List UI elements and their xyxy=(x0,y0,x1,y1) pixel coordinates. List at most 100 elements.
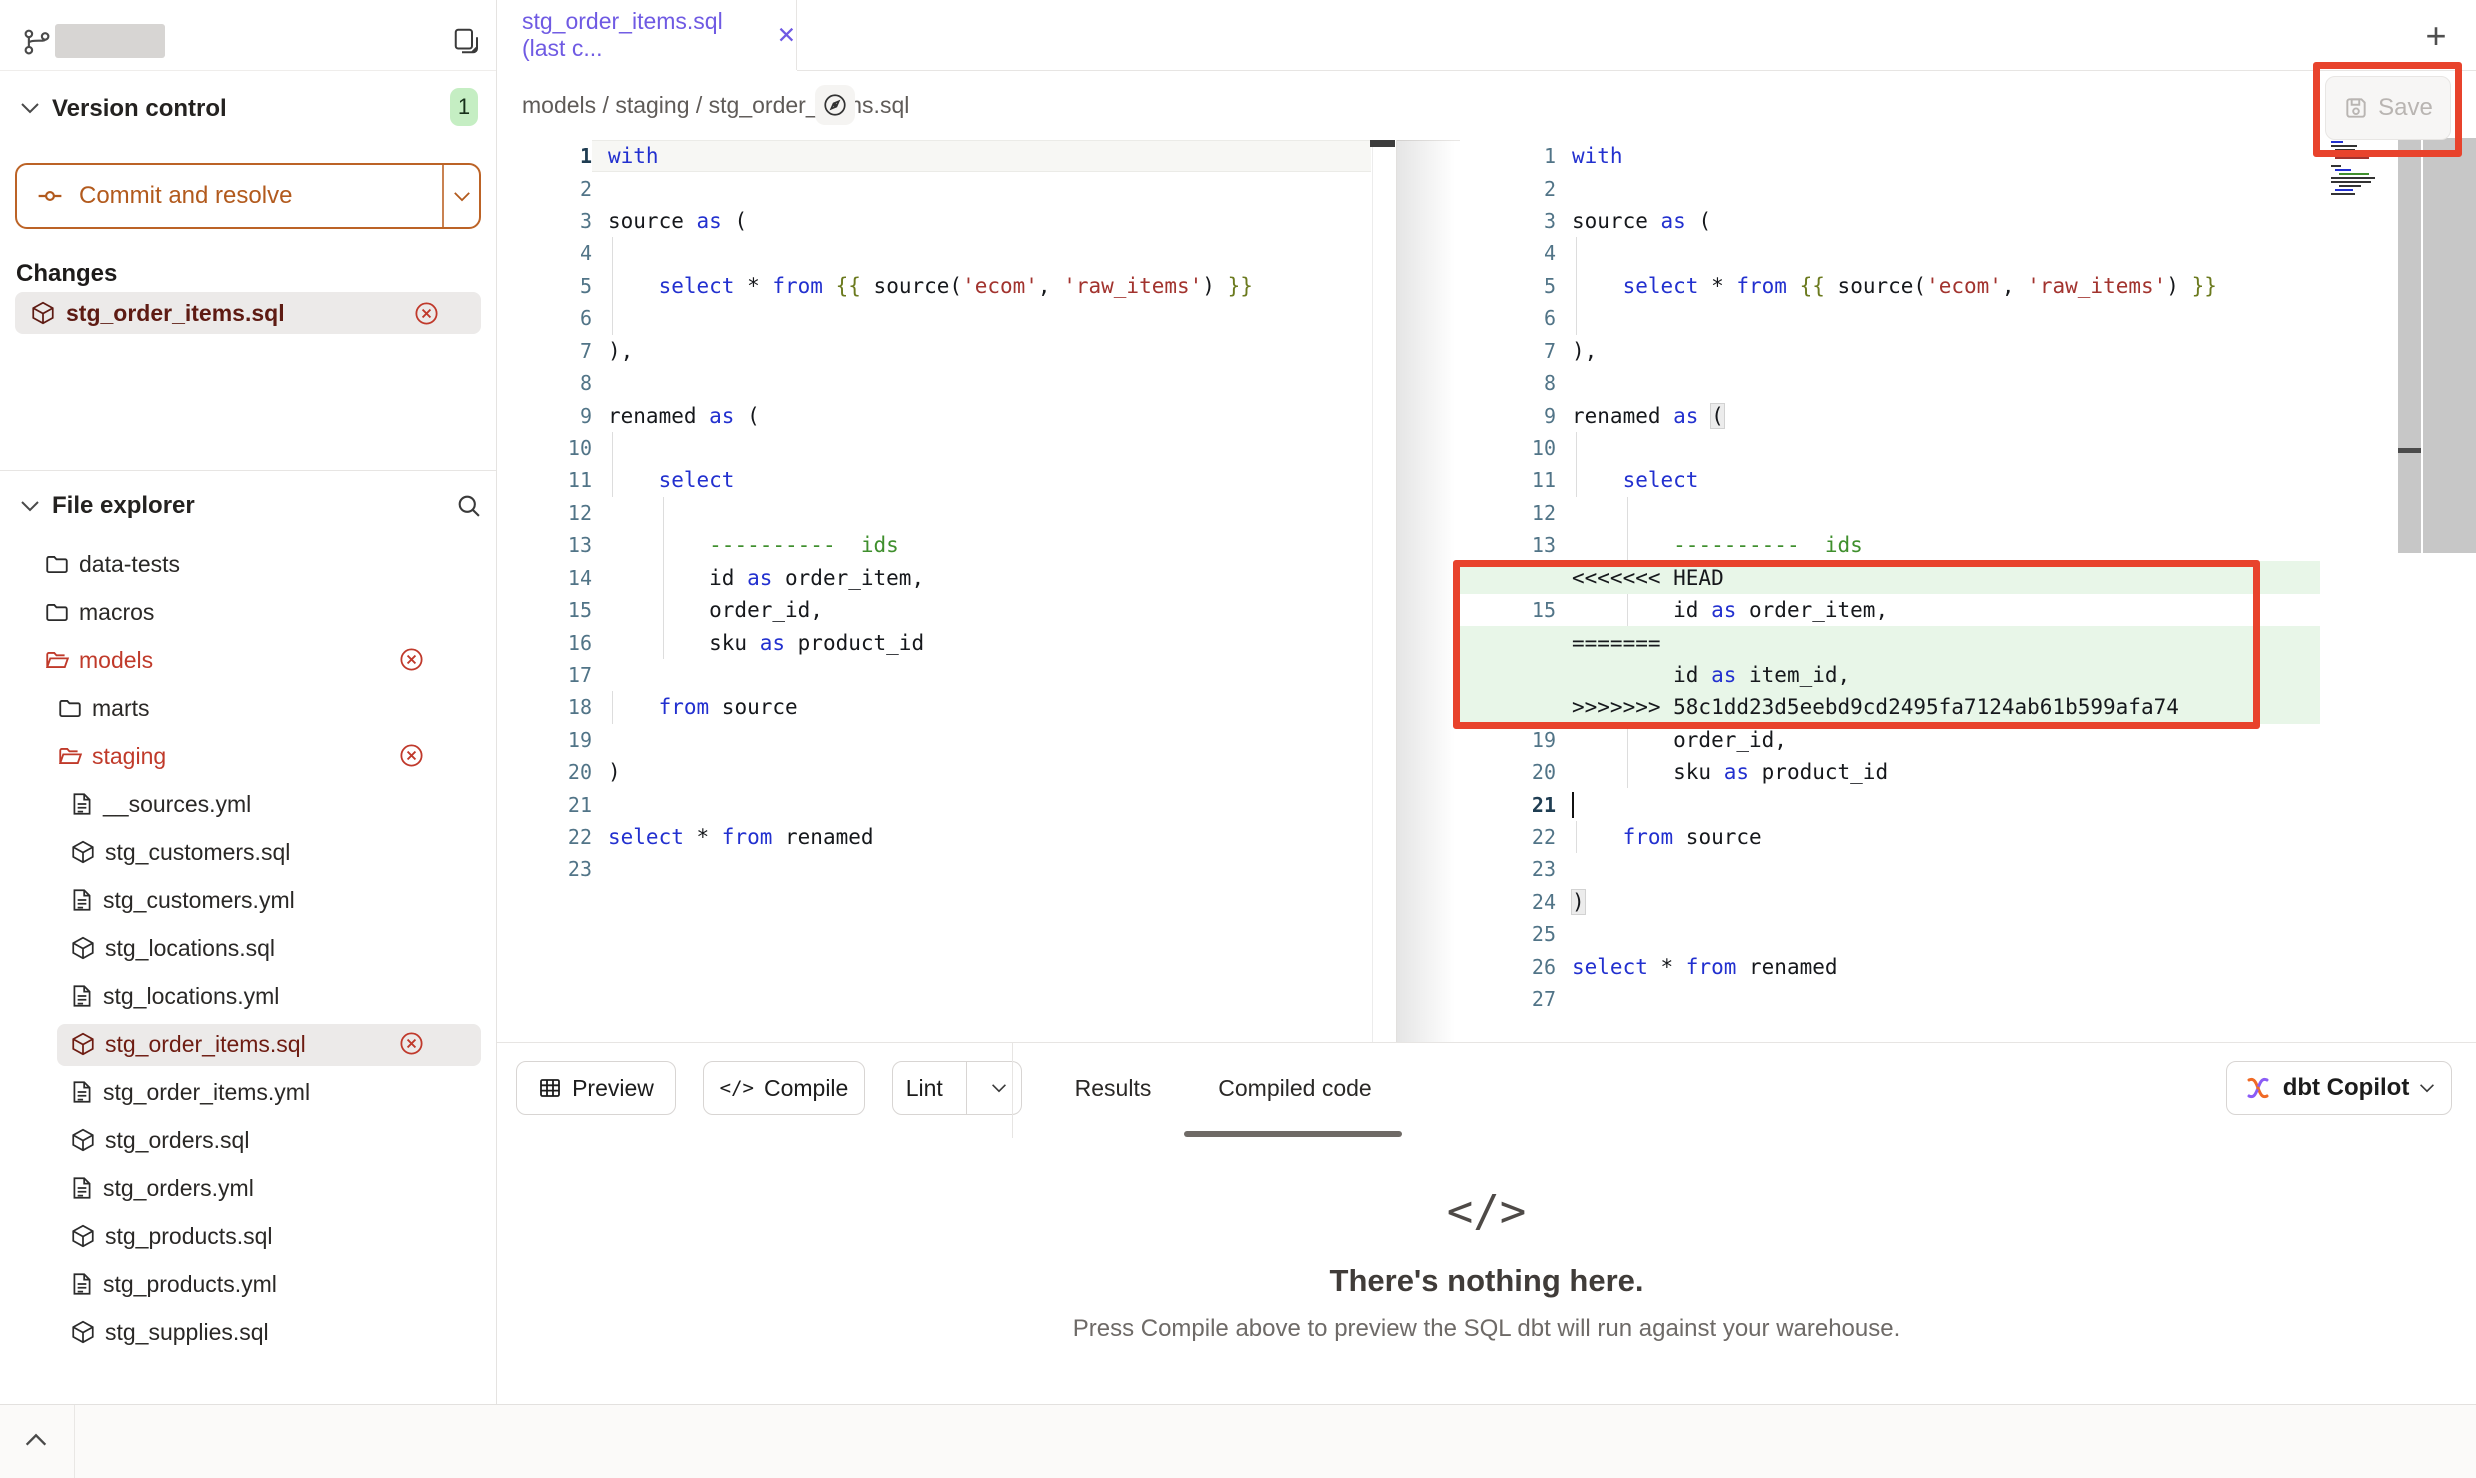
code-line[interactable]: 27 xyxy=(1460,983,2476,1015)
tree-item-stg-customers-sql[interactable]: stg_customers.sql xyxy=(70,830,290,874)
code-line[interactable]: 16 sku as product_id xyxy=(497,626,1397,658)
code-line[interactable]: 15 order_id, xyxy=(497,594,1397,626)
tree-item-stg-orders-yml[interactable]: stg_orders.yml xyxy=(70,1166,254,1210)
code-line[interactable]: 4 xyxy=(1460,237,2476,269)
code-line[interactable]: 20 sku as product_id xyxy=(1460,756,2476,788)
code-line[interactable]: 11 select xyxy=(1460,464,2476,496)
tree-item-stg-orders-sql[interactable]: stg_orders.sql xyxy=(70,1118,249,1162)
code-line[interactable]: 10 xyxy=(1460,432,2476,464)
file-icon xyxy=(70,791,94,817)
code-line[interactable]: 2 xyxy=(1460,172,2476,204)
tree-item-stg-order-items-yml[interactable]: stg_order_items.yml xyxy=(70,1070,310,1114)
compile-button[interactable]: </> Compile xyxy=(703,1061,865,1115)
version-control-title[interactable]: Version control xyxy=(52,95,227,123)
code-line[interactable]: 19 xyxy=(497,724,1397,756)
tree-item-stg-customers-yml[interactable]: stg_customers.yml xyxy=(70,878,295,922)
code-line[interactable]: 25 xyxy=(1460,918,2476,950)
code-line[interactable]: 23 xyxy=(1460,853,2476,885)
code-line[interactable]: 4 xyxy=(497,237,1397,269)
editor-tab-active[interactable]: stg_order_items.sql (last c... ✕ xyxy=(497,0,797,70)
code-line[interactable]: 3source as ( xyxy=(497,205,1397,237)
model-icon xyxy=(70,1319,96,1345)
changes-section-title: Changes xyxy=(16,260,117,288)
chevron-down-icon[interactable] xyxy=(20,500,40,512)
code-line[interactable]: 21 xyxy=(1460,788,2476,820)
left-pane-scrollbar-thumb[interactable] xyxy=(1370,140,1395,147)
code-line[interactable]: 5 select * from {{ source('ecom', 'raw_i… xyxy=(497,270,1397,302)
code-line[interactable]: 22 from source xyxy=(1460,821,2476,853)
code-line[interactable]: 26select * from renamed xyxy=(1460,951,2476,983)
code-line[interactable]: 6 xyxy=(1460,302,2476,334)
left-pane-scroll-track xyxy=(1372,140,1373,1042)
code-line[interactable]: 2 xyxy=(497,172,1397,204)
code-line[interactable]: 24) xyxy=(1460,886,2476,918)
code-line[interactable]: 9renamed as ( xyxy=(497,399,1397,431)
code-line[interactable]: 7), xyxy=(497,335,1397,367)
editor-scrollbar[interactable] xyxy=(2398,138,2421,553)
code-line[interactable]: 12 xyxy=(497,497,1397,529)
code-line[interactable]: 5 select * from {{ source('ecom', 'raw_i… xyxy=(1460,270,2476,302)
lint-button[interactable]: Lint xyxy=(892,1061,1022,1115)
tree-item-models[interactable]: models xyxy=(44,638,153,682)
code-line[interactable]: 12 xyxy=(1460,497,2476,529)
tab-label: stg_order_items.sql (last c... xyxy=(522,8,765,62)
changed-file-item[interactable]: stg_order_items.sql xyxy=(15,292,481,334)
code-line[interactable]: 6 xyxy=(497,302,1397,334)
tree-item-label: stg_customers.yml xyxy=(103,887,295,914)
code-line[interactable]: 23 xyxy=(497,853,1397,885)
statusbar-divider xyxy=(74,1405,75,1478)
code-line[interactable]: 13 ---------- ids xyxy=(1460,529,2476,561)
tab-compiled-code[interactable]: Compiled code xyxy=(1190,1061,1400,1115)
lineage-button[interactable] xyxy=(815,85,855,125)
copy-files-icon[interactable] xyxy=(452,26,482,56)
code-line[interactable]: 21 xyxy=(497,788,1397,820)
tree-item-stg-locations-sql[interactable]: stg_locations.sql xyxy=(70,926,275,970)
code-line[interactable]: 7), xyxy=(1460,335,2476,367)
code-line[interactable]: 9renamed as ( xyxy=(1460,399,2476,431)
git-branch-icon xyxy=(22,27,52,57)
search-icon[interactable] xyxy=(455,492,483,520)
tab-results[interactable]: Results xyxy=(1063,1061,1163,1115)
tree-item-stg-products-sql[interactable]: stg_products.sql xyxy=(70,1214,272,1258)
tree-item-macros[interactable]: macros xyxy=(44,590,154,634)
model-icon xyxy=(70,1031,96,1057)
collapse-chevron-up-icon[interactable] xyxy=(24,1433,48,1447)
code-line[interactable]: 10 xyxy=(497,432,1397,464)
file-explorer-title[interactable]: File explorer xyxy=(52,492,195,520)
code-line[interactable]: 1with xyxy=(497,140,1397,172)
discard-change-icon[interactable] xyxy=(398,1030,425,1057)
tree-item-stg-order-items-sql[interactable]: stg_order_items.sql xyxy=(70,1022,306,1066)
tree-item--sources-yml[interactable]: __sources.yml xyxy=(70,782,251,826)
code-line[interactable]: 8 xyxy=(1460,367,2476,399)
commit-dropdown-chevron-icon[interactable] xyxy=(453,191,471,202)
discard-change-icon[interactable] xyxy=(398,646,425,673)
discard-change-icon[interactable] xyxy=(413,300,440,327)
tree-item-stg-supplies-sql[interactable]: stg_supplies.sql xyxy=(70,1310,269,1354)
code-line[interactable]: 3source as ( xyxy=(1460,205,2476,237)
discard-change-icon[interactable] xyxy=(398,742,425,769)
dbt-copilot-button[interactable]: dbt Copilot xyxy=(2226,1061,2452,1115)
tree-item-stg-products-yml[interactable]: stg_products.yml xyxy=(70,1262,277,1306)
code-line[interactable]: 11 select xyxy=(497,464,1397,496)
tab-close-icon[interactable]: ✕ xyxy=(777,22,796,49)
tree-item-marts[interactable]: marts xyxy=(57,686,150,730)
new-tab-button[interactable]: + xyxy=(2414,14,2458,58)
code-line[interactable]: 13 ---------- ids xyxy=(497,529,1397,561)
tree-item-data-tests[interactable]: data-tests xyxy=(44,542,180,586)
lint-label: Lint xyxy=(893,1075,956,1102)
preview-button[interactable]: Preview xyxy=(516,1061,676,1115)
code-line[interactable]: 22select * from renamed xyxy=(497,821,1397,853)
commit-and-resolve-button[interactable]: Commit and resolve xyxy=(15,163,481,229)
tree-item-label: __sources.yml xyxy=(103,791,251,818)
code-line[interactable]: 17 xyxy=(497,659,1397,691)
code-line[interactable]: 18 from source xyxy=(497,691,1397,723)
tree-item-staging[interactable]: staging xyxy=(57,734,166,778)
code-editor-original[interactable]: 1with23source as (45 select * from {{ so… xyxy=(497,140,1397,1042)
tree-item-stg-locations-yml[interactable]: stg_locations.yml xyxy=(70,974,279,1018)
code-line[interactable]: 14 id as order_item, xyxy=(497,561,1397,593)
code-line[interactable]: 8 xyxy=(497,367,1397,399)
tree-item-label: staging xyxy=(92,743,166,770)
lint-dropdown-chevron-icon[interactable] xyxy=(977,1083,1021,1093)
code-line[interactable]: 20) xyxy=(497,756,1397,788)
chevron-down-icon[interactable] xyxy=(20,102,40,114)
